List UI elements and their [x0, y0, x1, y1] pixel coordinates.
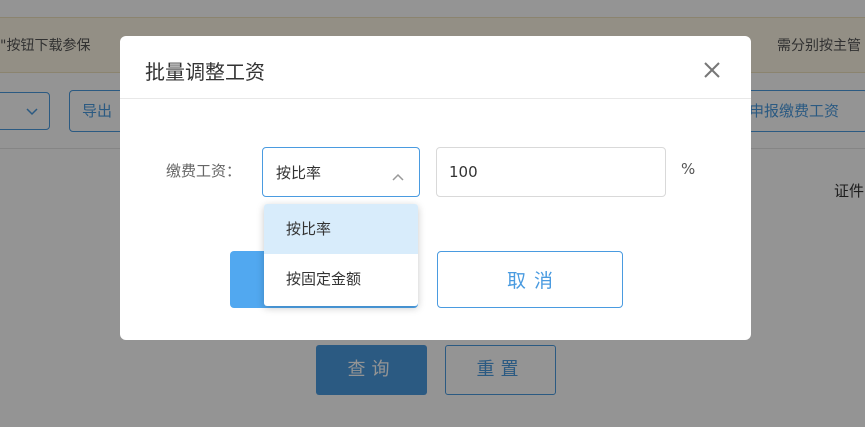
chevron-up-icon — [391, 167, 405, 181]
adjust-method-dropdown: 按比率 按固定金额 — [264, 204, 418, 306]
close-icon[interactable] — [700, 58, 724, 82]
adjust-amount-input[interactable] — [436, 147, 666, 197]
payment-wage-label: 缴费工资： — [166, 162, 242, 180]
dialog-header: 批量调整工资 — [120, 36, 751, 99]
dialog-title: 批量调整工资 — [145, 60, 265, 84]
adjust-method-select[interactable]: 按比率 — [262, 147, 420, 197]
batch-adjust-wage-dialog: 批量调整工资 缴费工资： 按比率 % 取消 — [120, 36, 751, 340]
adjust-method-value: 按比率 — [276, 164, 322, 182]
option-by-rate[interactable]: 按比率 — [264, 204, 418, 254]
percent-unit: % — [681, 160, 696, 178]
cancel-button[interactable]: 取消 — [437, 251, 623, 308]
option-by-fixed-amount[interactable]: 按固定金额 — [264, 254, 418, 304]
